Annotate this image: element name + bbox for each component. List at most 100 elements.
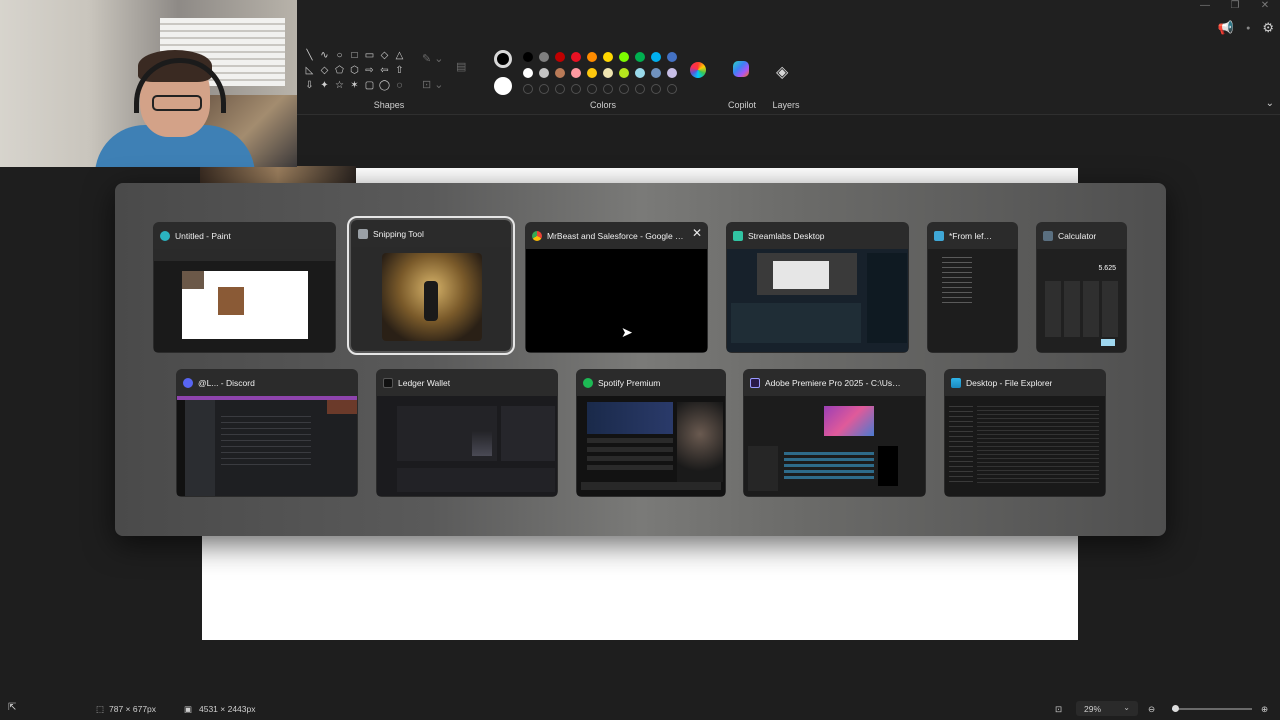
color-swatch[interactable] [635,52,645,62]
custom-color-slot[interactable] [651,84,661,94]
zoom-dropdown[interactable]: 29% ⌄ [1076,701,1138,716]
shape-tool-icon[interactable]: ◇ [377,48,392,63]
paint-icon [160,231,170,241]
shape-tool-icon[interactable]: ⇦ [377,63,392,78]
color-swatch[interactable] [571,52,581,62]
webcam-overlay [0,0,297,167]
minimize-button[interactable]: — [1190,0,1220,14]
zoom-out-icon[interactable]: ⊖ [1148,704,1155,715]
primary-color-swatch[interactable] [494,50,512,68]
fit-to-window-icon[interactable]: ⊡ [1055,704,1062,715]
card-thumbnail [177,396,357,496]
card-title: Ledger Wallet [398,378,451,388]
outline-icon[interactable]: ✎ ⌄ [422,52,444,65]
card-title: Desktop - File Explorer [966,378,1053,388]
shape-tool-icon[interactable]: ◺ [302,63,317,78]
custom-color-slot[interactable] [619,84,629,94]
shape-tool-icon[interactable]: ╲ [302,48,317,63]
color-swatch[interactable] [635,68,645,78]
maximize-button[interactable]: ❐ [1220,0,1250,14]
shape-tool-icon[interactable]: ⬡ [347,63,362,78]
shape-tool-icon[interactable]: ◌ [392,78,407,93]
layers-icon[interactable]: ◈ [776,62,788,82]
shape-tool-icon[interactable]: ○ [332,48,347,63]
layers-group-label[interactable]: Layers [766,100,806,110]
card-thumbnail [744,396,925,496]
shape-tool-icon[interactable]: ⬠ [332,63,347,78]
shape-tool-icon[interactable]: ⇨ [362,63,377,78]
switcher-card-spotify[interactable]: Spotify Premium [576,369,726,497]
switcher-card-discord[interactable]: @L... - Discord [176,369,358,497]
custom-color-slot[interactable] [523,84,533,94]
fill-bucket-icon[interactable]: ⊡ ⌄ [422,78,444,91]
secondary-color-swatch[interactable] [494,77,512,95]
shape-tool-icon[interactable]: △ [392,48,407,63]
card-thumbnail [352,247,510,350]
shapes-group-label: Shapes [373,100,405,110]
shape-tool-icon[interactable]: ☆ [332,78,347,93]
color-swatch[interactable] [555,68,565,78]
color-swatch[interactable] [555,52,565,62]
color-swatch[interactable] [587,68,597,78]
copilot-group-label[interactable]: Copilot [722,100,762,110]
color-swatch[interactable] [619,68,629,78]
switcher-card-calculator[interactable]: Calculator 5.625 [1036,222,1127,353]
color-swatch[interactable] [571,68,581,78]
share-icon[interactable]: 📢 [1218,20,1234,36]
shape-tool-icon[interactable]: ✶ [347,78,362,93]
custom-color-slot[interactable] [635,84,645,94]
switcher-card-paint[interactable]: Untitled - Paint [153,222,336,353]
color-swatch[interactable] [651,68,661,78]
switcher-card-notepad[interactable]: *From left to ri... [927,222,1018,353]
custom-color-slot[interactable] [587,84,597,94]
shape-tool-icon[interactable]: ⇧ [392,63,407,78]
fill-icon[interactable]: ▤ [456,60,466,73]
shape-tool-icon[interactable]: ✦ [317,78,332,93]
copilot-icon[interactable] [733,61,749,77]
account-icon[interactable]: ● [1246,25,1250,32]
shape-tool-icon[interactable]: ◇ [317,63,332,78]
calculator-display: 5.625 [1098,265,1116,272]
switcher-card-snipping-tool[interactable]: Snipping Tool [347,216,515,355]
custom-color-slot[interactable] [667,84,677,94]
color-swatch[interactable] [523,68,533,78]
color-swatch[interactable] [539,68,549,78]
task-switcher: Untitled - Paint Snipping Tool MrBeast a… [115,183,1166,536]
custom-color-slot[interactable] [571,84,581,94]
switcher-card-premiere[interactable]: Adobe Premiere Pro 2025 - C:\Users\alm..… [743,369,926,497]
card-thumbnail [377,396,557,496]
shape-tool-icon[interactable]: ∿ [317,48,332,63]
settings-icon[interactable]: ⚙ [1262,20,1274,36]
color-swatch[interactable] [603,68,613,78]
color-swatch[interactable] [667,68,677,78]
color-swatch[interactable] [539,52,549,62]
zoom-slider[interactable] [1171,705,1252,712]
color-swatch[interactable] [651,52,661,62]
selection-size: 787 × 677px [109,704,157,714]
close-button[interactable]: ✕ [1250,0,1280,14]
shape-tool-icon[interactable]: ▢ [362,78,377,93]
custom-color-slot[interactable] [539,84,549,94]
shape-tool-icon[interactable]: □ [347,48,362,63]
pointer-icon: ⇱ [8,702,17,713]
color-swatch[interactable] [587,52,597,62]
zoom-in-icon[interactable]: ⊕ [1261,704,1268,715]
custom-color-slot[interactable] [603,84,613,94]
shape-tool-icon[interactable]: ▭ [362,48,377,63]
color-swatch[interactable] [667,52,677,62]
color-swatch[interactable] [619,52,629,62]
color-swatch[interactable] [603,52,613,62]
color-swatch[interactable] [523,52,533,62]
shape-tool-icon[interactable]: ◯ [377,78,392,93]
edit-colors-icon[interactable] [690,62,706,78]
switcher-card-chrome[interactable]: MrBeast and Salesforce - Google C... ✕ [525,222,708,353]
zoom-slider-thumb[interactable] [1171,705,1179,712]
switcher-card-streamlabs[interactable]: Streamlabs Desktop [726,222,909,353]
custom-color-slot[interactable] [555,84,565,94]
shape-tool-icon[interactable]: ⇩ [302,78,317,93]
switcher-card-ledger[interactable]: Ledger Wallet [376,369,558,497]
switcher-card-file-explorer[interactable]: Desktop - File Explorer [944,369,1106,497]
close-card-icon[interactable]: ✕ [692,226,702,240]
status-bar: ⇱ ⬚ 787 × 677px ▣ 4531 × 2443px ⊡ 29% ⌄ … [0,698,1280,720]
ribbon-collapse-chevron-icon[interactable]: ⌄ [1266,98,1274,109]
